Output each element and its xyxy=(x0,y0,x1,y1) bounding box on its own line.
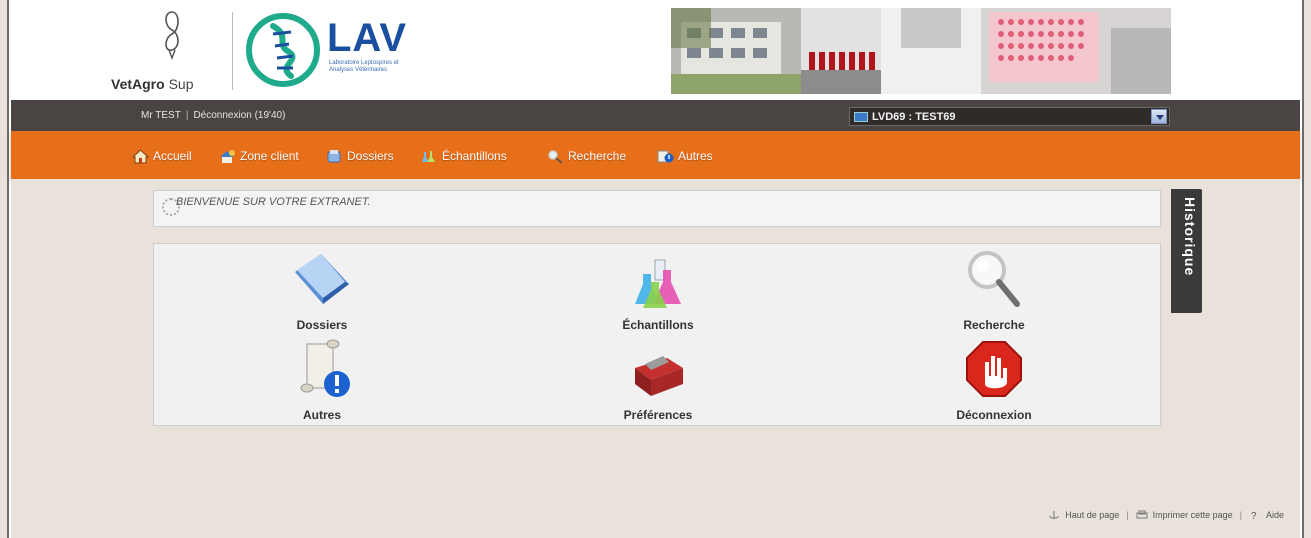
footer-links: Haut de page | Imprimer cette page | ? A… xyxy=(1048,510,1284,520)
tile-label: Recherche xyxy=(963,318,1025,332)
tile-preferences[interactable]: Préférences xyxy=(490,338,826,428)
tile-dossiers[interactable]: Dossiers xyxy=(154,248,490,338)
main-nav: Accueil Zone client Dossiers Échantillon… xyxy=(11,131,1300,179)
tile-label: Préférences xyxy=(623,408,693,422)
window-frame-right xyxy=(1302,0,1311,538)
lav-name: LAV xyxy=(327,16,408,60)
user-name: Mr TEST xyxy=(141,110,181,121)
samples-icon xyxy=(422,150,435,162)
chevron-down-icon[interactable] xyxy=(1151,109,1167,124)
nav-item-label: Dossiers xyxy=(347,149,394,163)
page-header: VetAgro Sup LAV Laboratoire Leptospires … xyxy=(11,0,1300,100)
tile-label: Échantillons xyxy=(622,318,694,332)
user-bar: Mr TEST | Déconnexion (19'40) LVD69 : TEST… xyxy=(11,100,1300,131)
tile-deconnexion[interactable]: Déconnexion xyxy=(826,338,1162,428)
client-zone-icon xyxy=(220,149,235,163)
nav-item-autres[interactable]: Autres xyxy=(657,147,713,165)
nav-item-label: Recherche xyxy=(568,149,627,163)
user-info: Mr TEST | Déconnexion (19'40) xyxy=(141,110,286,121)
account-card-icon xyxy=(854,112,868,122)
nav-item-zone-client[interactable]: Zone client xyxy=(219,147,299,165)
help-link[interactable]: Aide xyxy=(1266,510,1284,520)
account-select[interactable]: LVD69 : TEST69 xyxy=(849,107,1170,126)
welcome-message: BIENVENUE SUR VOTRE EXTRANET. xyxy=(176,196,371,208)
window-frame-left xyxy=(0,0,9,538)
toolbox-icon xyxy=(635,356,683,396)
main-content: BIENVENUE SUR VOTRE EXTRANET. Dossiers É… xyxy=(11,179,1300,538)
svg-text:?: ? xyxy=(1251,511,1257,520)
printer-icon xyxy=(1136,510,1148,519)
folders-icon xyxy=(327,149,341,162)
print-page-link[interactable]: Imprimer cette page xyxy=(1153,510,1233,520)
tile-echantillons[interactable]: Échantillons xyxy=(490,248,826,338)
flasks-icon xyxy=(635,259,681,308)
anchor-icon xyxy=(1049,511,1059,519)
nav-item-label: Accueil xyxy=(153,149,192,163)
folder-icon xyxy=(295,254,349,304)
scroll-info-icon xyxy=(300,339,350,397)
logo-divider xyxy=(232,12,233,90)
others-icon xyxy=(657,150,674,162)
vetagro-logo: VetAgro Sup xyxy=(111,8,221,93)
tile-autres[interactable]: Autres xyxy=(154,338,490,428)
nav-item-accueil[interactable]: Accueil xyxy=(132,147,192,165)
welcome-box: BIENVENUE SUR VOTRE EXTRANET. xyxy=(153,190,1161,227)
tile-label: Déconnexion xyxy=(956,408,1032,422)
home-icon xyxy=(132,148,149,163)
stop-hand-icon xyxy=(966,341,1022,397)
nav-item-recherche[interactable]: Recherche xyxy=(547,147,626,165)
nav-item-label: Autres xyxy=(678,149,713,163)
historique-label: Historique xyxy=(1182,197,1198,277)
tile-recherche[interactable]: Recherche xyxy=(826,248,1162,338)
lav-logo: LAV Laboratoire Leptospires et Analyses … xyxy=(243,10,443,90)
search-icon xyxy=(548,149,563,164)
back-to-top-link[interactable]: Haut de page xyxy=(1065,510,1119,520)
tile-label: Dossiers xyxy=(296,318,348,332)
vetagro-sup: Sup xyxy=(168,76,194,92)
header-banner-image xyxy=(671,8,1171,94)
lav-mark-icon xyxy=(246,13,320,87)
nav-item-label: Échantillons xyxy=(442,149,507,163)
vetagro-name: VetAgro xyxy=(111,76,165,92)
historique-tab[interactable]: Historique xyxy=(1171,189,1202,313)
nav-item-dossiers[interactable]: Dossiers xyxy=(326,147,394,165)
vetagro-mark-icon xyxy=(165,11,179,60)
account-select-value: LVD69 : TEST69 xyxy=(872,111,956,123)
logout-link[interactable]: Déconnexion (19'40) xyxy=(193,110,285,121)
nav-item-label: Zone client xyxy=(240,149,299,163)
lav-subtitle: Laboratoire Leptospires et Analyses Vété… xyxy=(329,60,399,73)
nav-item-echantillons[interactable]: Échantillons xyxy=(421,147,507,165)
tile-label: Autres xyxy=(302,408,341,422)
shortcut-grid: Dossiers Échantillons Recherche Autres P… xyxy=(153,243,1161,426)
magnifier-icon xyxy=(968,251,1020,307)
help-icon: ? xyxy=(1251,511,1257,520)
